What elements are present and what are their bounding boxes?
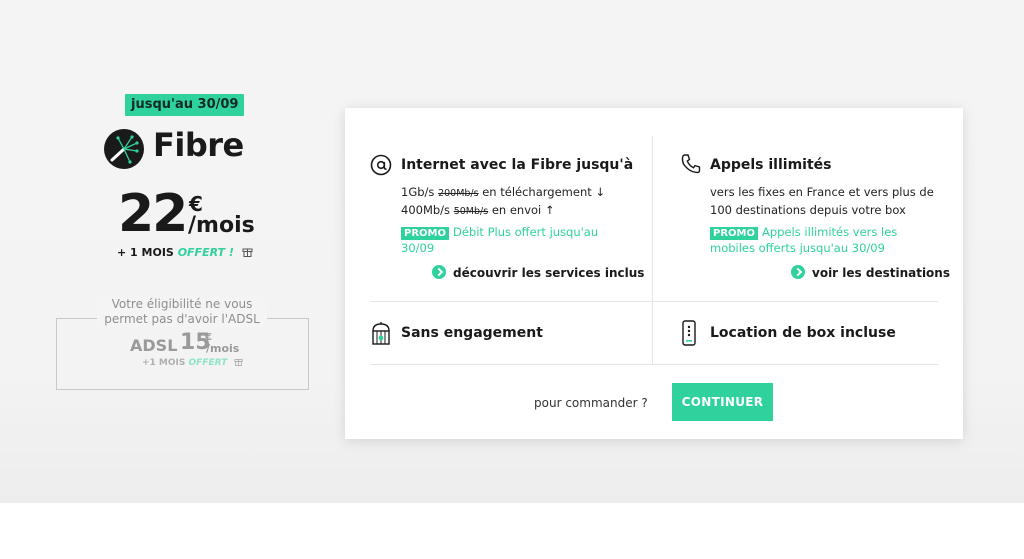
upload-label: en envoi ↑ [491,203,555,217]
column-divider [652,136,653,364]
chevron-right-icon [432,265,446,279]
promo-tag: PROMO [401,227,449,240]
price-value: 22 [118,184,188,244]
fibre-icon [104,129,144,169]
offer-summary: jusqu'au 30/09 Fibre 22 € /mois + 1 MOIS… [0,0,345,503]
order-prompt: pour commander ? [534,396,648,410]
promo-tag: PROMO [710,227,758,240]
download-speed: 1Gb/s [401,185,435,199]
offer-title: Fibre [153,126,244,164]
phone-icon [681,154,701,174]
internet-promo: PROMO Débit Plus offert jusqu'au 30/09 [401,225,629,256]
see-destinations-label: voir les destinations [812,266,950,280]
discover-services-link[interactable]: découvrir les services inclus [432,265,644,280]
promo-date-badge: jusqu'au 30/09 [125,94,245,116]
adsl-title: ADSL [130,336,178,355]
download-speed-line: 1Gb/s 200Mb/s en téléchargement ↓ [401,183,605,203]
box-rental-title: Location de box incluse [710,325,896,341]
chevron-right-icon [791,265,805,279]
free-month-offer: + 1 MOIS OFFERT ! [117,246,253,259]
price-period: /mois [188,213,255,238]
offer-prefix: + 1 MOIS [117,246,174,259]
gift-icon [242,248,253,257]
no-commitment-title: Sans engagement [401,325,543,341]
calls-line-2: 100 destinations depuis votre box [710,203,906,217]
upload-speed-line: 400Mb/s 50Mb/s en envoi ↑ [401,201,555,221]
see-destinations-link[interactable]: voir les destinations [791,265,950,280]
calls-line-1: vers les fixes en France et vers plus de [710,185,934,199]
internet-title: Internet avec la Fibre jusqu'à [401,157,634,173]
adsl-price-period: /mois [206,342,240,355]
router-box-icon [682,320,696,346]
download-old-speed: 200Mb/s [438,188,479,199]
open-cage-icon [372,322,390,345]
download-label: en téléchargement ↓ [482,185,606,199]
adsl-offer-highlight: OFFERT [188,358,228,368]
row-divider [370,364,938,365]
eligibility-message: Votre éligibilité ne vous permet pas d'a… [97,297,267,327]
offer-highlight: OFFERT ! [177,246,234,259]
upload-speed: 400Mb/s [401,203,451,217]
offer-details-card: Internet avec la Fibre jusqu'à 1Gb/s 200… [345,108,963,439]
calls-title: Appels illimités [710,157,832,173]
adsl-gift-icon [234,359,244,366]
upload-old-speed: 50Mb/s [453,206,489,217]
continue-button[interactable]: CONTINUER [672,383,773,421]
calls-promo: PROMO Appels illimités vers les mobiles o… [710,225,925,256]
adsl-offer-prefix: +1 MOIS [142,358,186,368]
at-sign-icon [370,154,392,176]
row-divider [370,301,938,302]
discover-services-label: découvrir les services inclus [453,266,645,280]
adsl-free-month-offer: +1 MOIS OFFERT [142,357,244,368]
